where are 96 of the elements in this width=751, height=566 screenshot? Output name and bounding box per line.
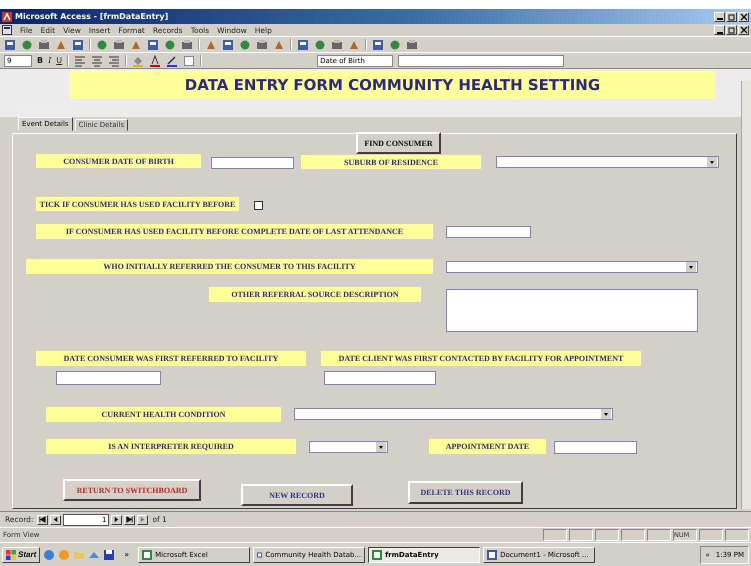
- font-dropdown[interactable]: [398, 54, 564, 66]
- text-area[interactable]: [446, 289, 698, 332]
- browser-icon[interactable]: [43, 548, 56, 560]
- toolbar-icon[interactable]: [389, 38, 401, 50]
- first-icon: [39, 516, 46, 523]
- form-button[interactable]: RETURN TO SWITCHBOARD: [63, 479, 201, 501]
- toolbar-icon[interactable]: [181, 38, 193, 50]
- toolbar-icon[interactable]: [372, 38, 384, 50]
- checkbox[interactable]: [254, 201, 263, 210]
- minimize-button[interactable]: [714, 25, 725, 35]
- form-title: DATA ENTRY FORM COMMUNITY HEALTH SETTING: [70, 71, 715, 99]
- window-title: Microsoft Access - [frmDataEntry]: [15, 12, 168, 21]
- new-record-button[interactable]: [137, 514, 148, 524]
- field-label: OTHER REFERRAL SOURCE DESCRIPTION: [209, 287, 421, 302]
- first-record-button[interactable]: [37, 514, 48, 524]
- toolbar-icon[interactable]: [314, 38, 326, 50]
- line-color-icon[interactable]: [166, 54, 178, 66]
- field-label: SUBURB OF RESIDENCE: [301, 155, 481, 169]
- form-icon[interactable]: [2, 25, 12, 35]
- previous-icon: [52, 516, 60, 523]
- field-label: IS AN INTERPRETER REQUIRED: [46, 439, 296, 454]
- form-button[interactable]: FIND CONSUMER: [356, 132, 441, 154]
- toolbar-icon[interactable]: [297, 38, 309, 50]
- align-center-icon[interactable]: [91, 54, 104, 66]
- text-field[interactable]: [56, 371, 161, 385]
- close-button[interactable]: [738, 25, 749, 35]
- previous-record-button[interactable]: [50, 514, 62, 524]
- field-label: DATE CLIENT WAS FIRST CONTACTED BY FACILITY FOR APPOINTMENT: [321, 351, 641, 366]
- status-panel: [725, 529, 749, 541]
- combo-box[interactable]: [309, 441, 388, 453]
- form-button[interactable]: DELETE THIS RECORD: [408, 481, 523, 504]
- toolbar-icon[interactable]: [239, 38, 251, 50]
- status-panel: [621, 529, 645, 541]
- toolbar-icon[interactable]: [38, 38, 50, 50]
- text-field[interactable]: [211, 157, 294, 169]
- new-icon: [139, 516, 146, 523]
- windows-flag-icon: [6, 550, 16, 560]
- field-label: CONSUMER DATE OF BIRTH: [36, 154, 201, 168]
- toolbar-icon[interactable]: [96, 38, 108, 50]
- underline-button[interactable]: U: [56, 56, 62, 65]
- next-icon: [113, 516, 120, 523]
- status-panel: [569, 529, 593, 541]
- field-label: WHO INITIALLY REFERRED THE CONSUMER TO THIS FACILITY: [26, 259, 433, 274]
- text-field[interactable]: [446, 226, 531, 238]
- minimize-icon: [716, 32, 722, 34]
- align-right-icon[interactable]: [108, 54, 120, 66]
- combo-box[interactable]: [496, 156, 719, 168]
- status-panel: [699, 529, 723, 541]
- toolbar-icon[interactable]: [406, 38, 418, 50]
- toolbar-icon[interactable]: [72, 38, 84, 50]
- minimize-button[interactable]: [714, 12, 725, 22]
- close-icon: [740, 12, 748, 20]
- restore-button[interactable]: [726, 12, 737, 22]
- close-button[interactable]: [738, 12, 749, 22]
- border-icon[interactable]: [183, 54, 196, 66]
- field-label: CURRENT HEALTH CONDITION: [46, 407, 281, 422]
- field-label: TICK IF CONSUMER HAS USED FACILITY BEFORE: [36, 197, 239, 211]
- toolbar-icon[interactable]: [4, 38, 16, 50]
- status-panel: [543, 529, 567, 541]
- window-icon: [257, 550, 262, 560]
- window-icon: [372, 550, 382, 560]
- combo-box[interactable]: [294, 408, 613, 420]
- fill-color-icon[interactable]: [132, 54, 144, 66]
- start-button[interactable]: Start: [2, 546, 40, 562]
- floppy-icon[interactable]: [103, 548, 116, 560]
- text-field[interactable]: [324, 371, 436, 385]
- next-record-button[interactable]: [111, 514, 122, 524]
- scrollbar[interactable]: [741, 81, 751, 509]
- restore-button[interactable]: [726, 25, 737, 35]
- app-icon: [2, 12, 12, 22]
- last-record-button[interactable]: [124, 514, 136, 524]
- bold-button[interactable]: B: [37, 56, 44, 65]
- toolbar-icon[interactable]: [147, 38, 159, 50]
- toolbar-icon[interactable]: [331, 38, 343, 50]
- last-icon: [126, 516, 134, 523]
- status-panel: [595, 529, 619, 541]
- text-field[interactable]: [554, 441, 637, 454]
- window-icon: [142, 550, 152, 560]
- more-button[interactable]: »: [124, 550, 130, 559]
- field-label: APPOINTMENT DATE: [429, 439, 546, 454]
- close-icon: [740, 26, 748, 34]
- toolbar-icon[interactable]: [164, 38, 176, 50]
- form-button[interactable]: NEW RECORD: [241, 484, 353, 506]
- align-left-icon[interactable]: [74, 54, 86, 66]
- combo-box[interactable]: [446, 261, 698, 273]
- font-color-icon[interactable]: [149, 54, 162, 66]
- toolbar-icon[interactable]: [222, 38, 234, 50]
- status-panel: [647, 529, 671, 541]
- toolbar-icon[interactable]: [21, 38, 33, 50]
- toolbar-icon[interactable]: [256, 38, 268, 50]
- window-icon: [487, 550, 498, 560]
- minimize-icon: [716, 18, 722, 20]
- toolbar-icon[interactable]: [113, 38, 125, 50]
- field-label: IF CONSUMER HAS USED FACILITY BEFORE COMPLETE DATE OF LAST ATTENDANCE: [36, 224, 433, 239]
- field-label: DATE CONSUMER WAS FIRST REFERRED TO FACILITY: [36, 351, 306, 366]
- italic-button[interactable]: I: [48, 56, 52, 65]
